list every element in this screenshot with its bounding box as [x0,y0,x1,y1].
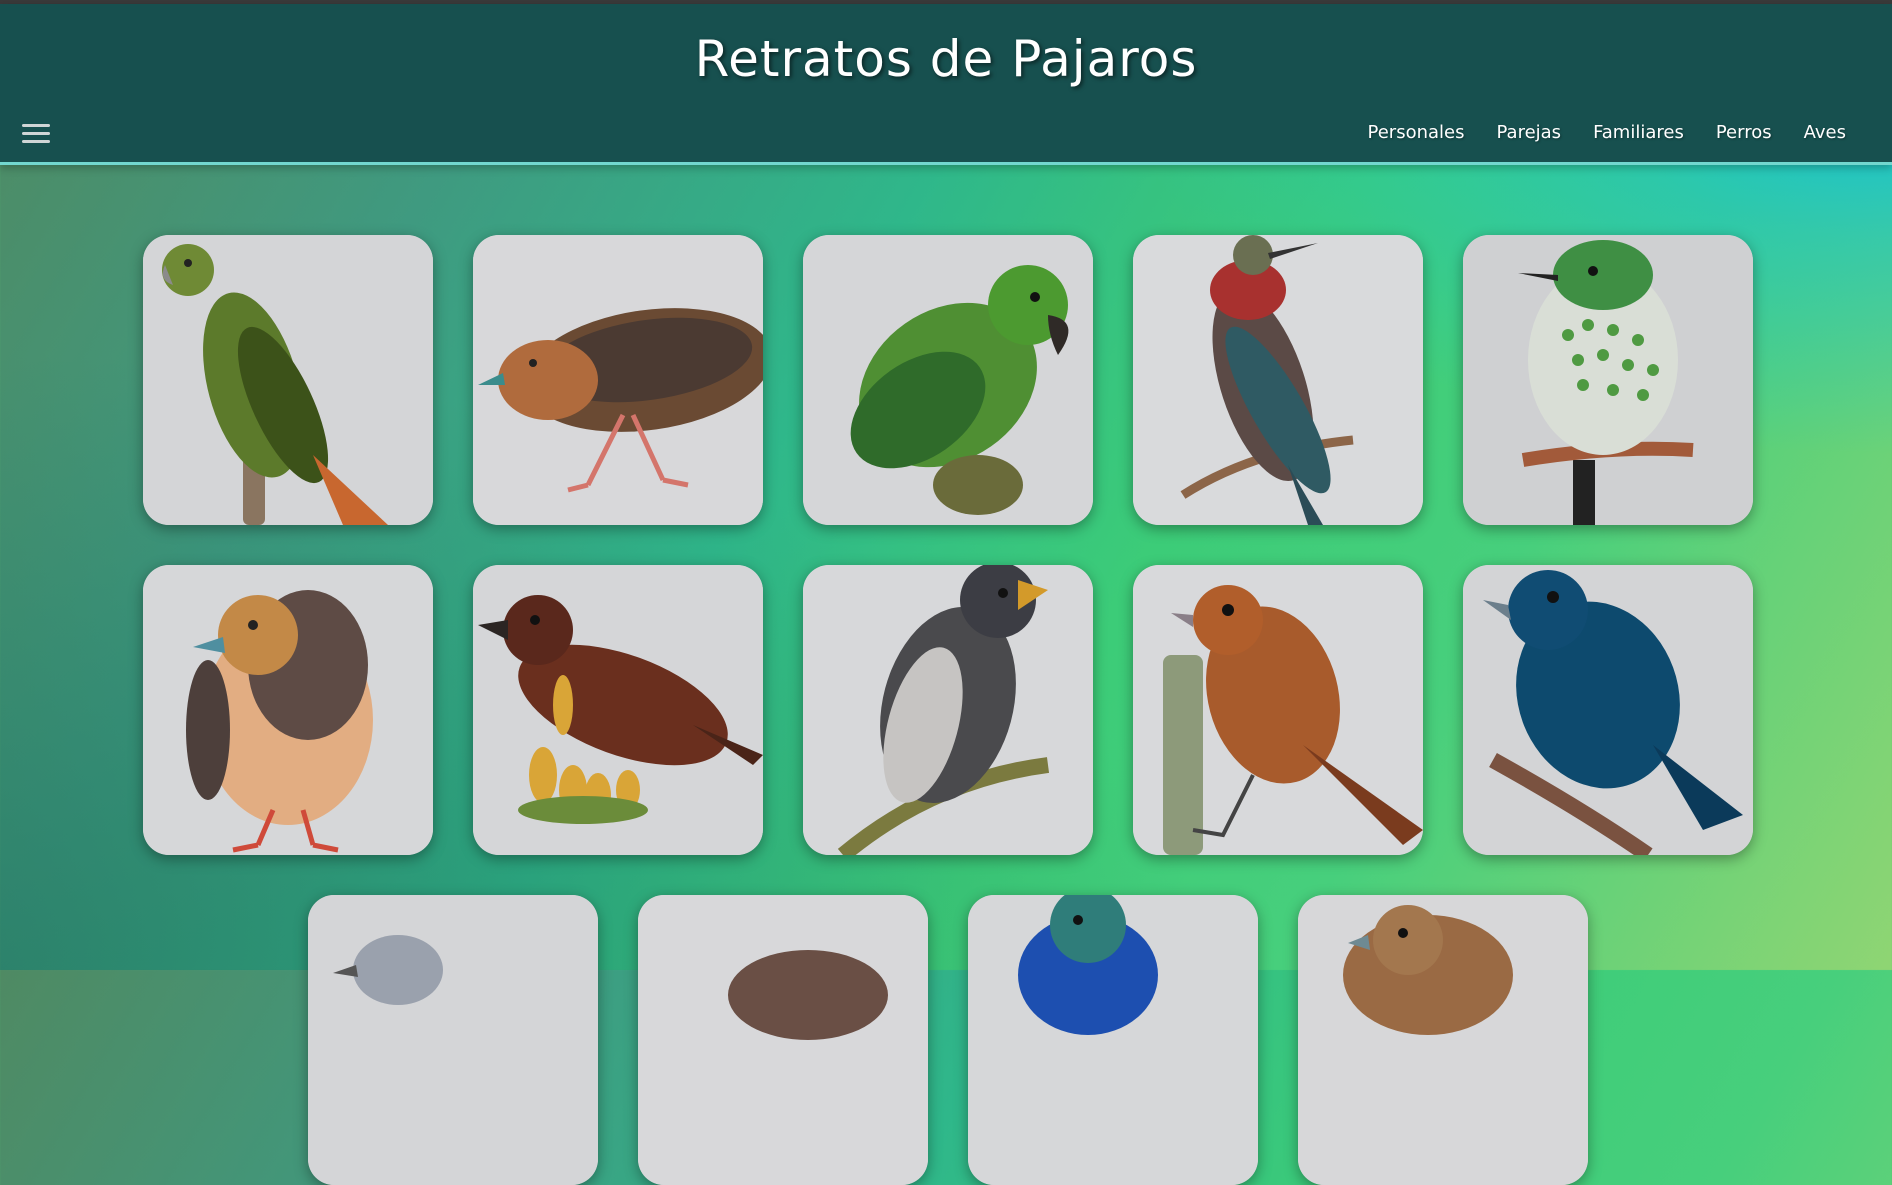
bird-card-gray-bird[interactable] [308,895,598,1185]
site-title: Retratos de Pajaros [694,30,1198,88]
bird-card-hummingbird-red[interactable] [1133,235,1423,525]
nav-link-parejas[interactable]: Parejas [1497,122,1562,143]
bird-portrait-image [143,235,433,525]
bird-card-brown-finch[interactable] [1298,895,1588,1185]
site-header: Retratos de Pajaros Personales Parejas F… [0,4,1892,165]
main-navigation: Personales Parejas Familiares Perros Ave… [1336,122,1846,143]
bird-card-gray-grosbeak[interactable] [803,565,1093,855]
nav-link-familiares[interactable]: Familiares [1593,122,1684,143]
bird-card-brown-seedeater[interactable] [473,565,763,855]
bird-card-brown-bird[interactable] [638,895,928,1185]
bird-card-rufous-bird[interactable] [1133,565,1423,855]
nav-link-perros[interactable]: Perros [1716,122,1772,143]
bird-card-green-parakeet[interactable] [803,235,1093,525]
bird-card-hummingbird-spotted[interactable] [1463,235,1753,525]
bird-card-blue-white-bird[interactable] [968,895,1258,1185]
bird-card-blue-grassquit[interactable] [1463,565,1753,855]
hamburger-menu-icon[interactable] [22,124,50,146]
nav-link-personales[interactable]: Personales [1368,122,1465,143]
nav-link-aves[interactable]: Aves [1804,122,1846,143]
bird-card-parrot[interactable] [143,235,433,525]
bird-card-spotted-crake[interactable] [473,235,763,525]
bird-card-orange-crake[interactable] [143,565,433,855]
